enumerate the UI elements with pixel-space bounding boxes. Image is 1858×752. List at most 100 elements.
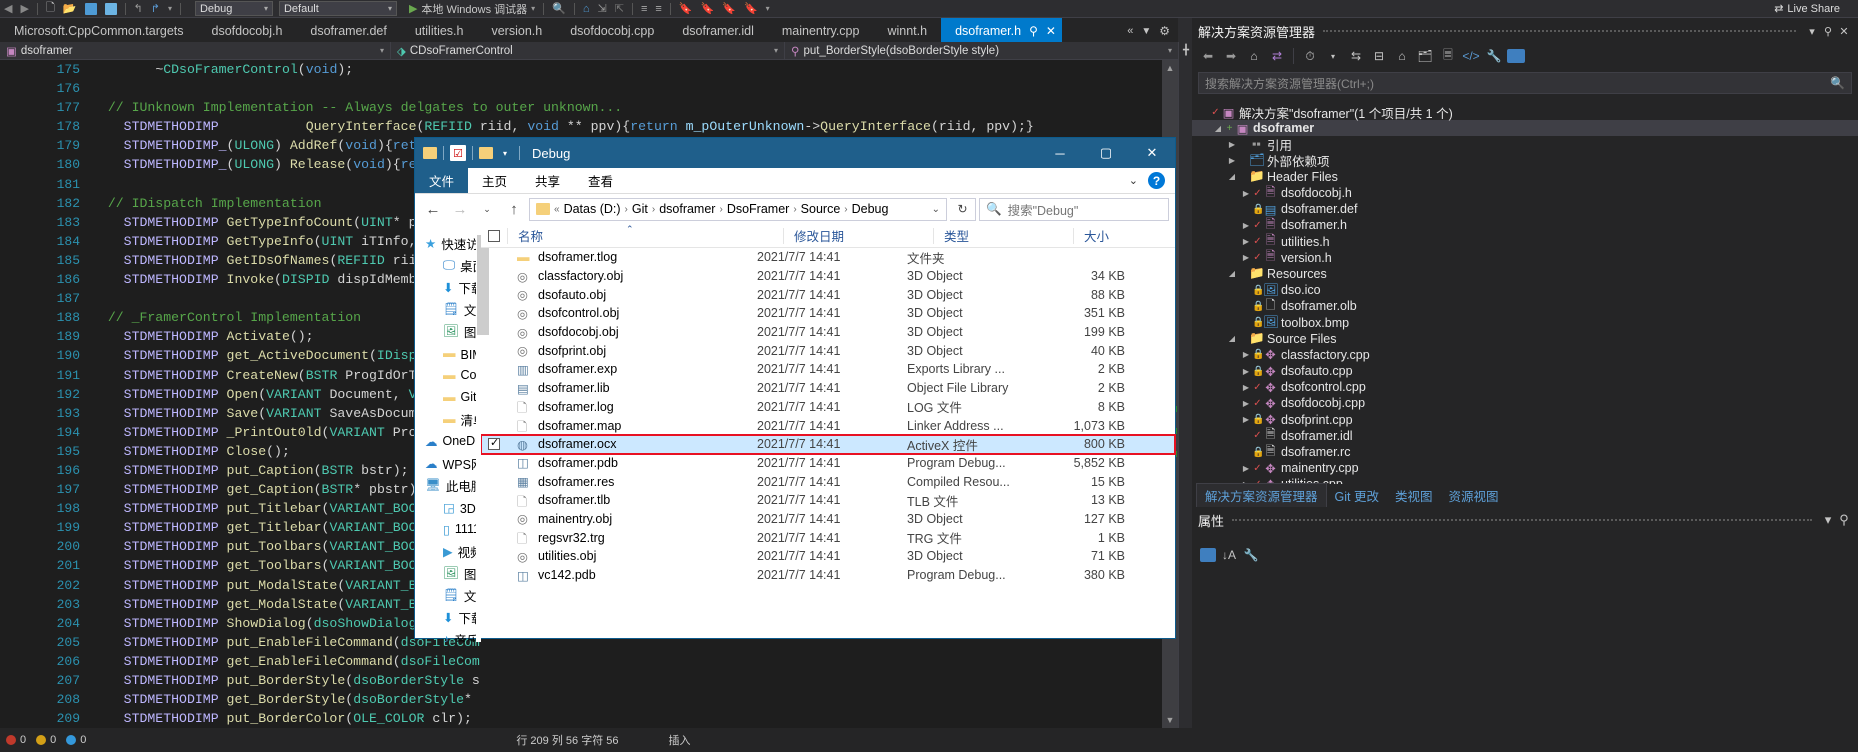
document-tab-7[interactable]: mainentry.cpp [768,18,874,44]
chevron-collapsed-icon[interactable]: ▶ [1240,221,1252,230]
solution-tree-item-10[interactable]: ◢ 📁 Resources [1192,266,1858,282]
tool-window-splitter[interactable]: ╋ [1178,42,1192,728]
nav-pane-item-15[interactable]: 🖼 图片 [415,562,476,584]
solution-bottom-tab-0[interactable]: 解决方案资源管理器 [1196,483,1327,507]
indent-icon[interactable]: ≡ [637,0,651,17]
solution-search-input[interactable]: 搜索解决方案资源管理器(Ctrl+;) 🔍 [1198,72,1852,94]
solution-tree-item-1[interactable]: ◢ + ▣ dsoframer [1192,120,1858,137]
column-header-2[interactable]: 类型 [933,227,1073,244]
file-row-9[interactable]: 🗋 dsoframer.map 2021/7/7 14:41 Linker Addre… [481,416,1175,435]
file-search-input[interactable]: 🔍 搜索"Debug" [979,197,1169,221]
solution-tree-item-21[interactable]: 🔒 🗎 dsoframer.rc [1192,444,1858,460]
file-row-12[interactable]: ▦ dsoframer.res 2021/7/7 14:41 Compiled Res… [481,472,1175,491]
solution-bottom-tab-2[interactable]: 类视图 [1387,484,1441,507]
chevron-collapsed-icon[interactable]: ▶ [1240,383,1252,392]
close-button[interactable]: ✕ [1129,138,1175,168]
preview-icon[interactable]: 🔧 [1484,46,1504,66]
select-all-checkbox[interactable] [481,229,507,242]
document-tab-8[interactable]: winnt.h [873,18,941,44]
breadcrumb[interactable]: «Datas (D:) › Git › dsoframer › DsoFramer › Sour… [529,197,947,221]
chevron-expanded-icon[interactable]: ◢ [1226,172,1238,181]
file-row-2[interactable]: ◎ dsofauto.obj 2021/7/7 14:41 3D Object 88 K… [481,285,1175,304]
nav-pane-item-4[interactable]: 🖼图片📌 [415,320,476,342]
breadcrumb-separator[interactable]: › [719,204,722,215]
file-row-15[interactable]: 🗋 regsvr32.trg 2021/7/7 14:41 TRG 文件 1 KB [481,528,1175,547]
solution-tree-item-15[interactable]: ▶ 🔒 ✥ classfactory.cpp [1192,347,1858,363]
redo-icon[interactable]: ↱ [147,0,164,17]
tab-list-overflow-icon[interactable]: « [1127,25,1133,37]
code-line[interactable]: // IUnknown Implementation -- Always del… [92,98,1162,117]
navigation-pane[interactable]: ★快速访问🖵桌面📌⬇下载📌🗒文档📌🖼图片📌▬BIM接口案例▬Compressed… [415,224,477,642]
breadcrumb-overflow-icon[interactable]: « [554,204,560,215]
nav-pane-item-12[interactable]: ◲ 3D 对象 [415,496,476,518]
chevron-down-icon[interactable]: ⌄ [932,204,940,215]
document-tab-1[interactable]: dsofdocobj.h [198,18,297,44]
breadcrumb-separator[interactable]: › [793,204,796,215]
nav-pane-item-14[interactable]: ▶ 视频 [415,540,476,562]
code-line[interactable]: STDMETHODIMP put_BorderColor(OLE_COLOR c… [92,709,1162,728]
collapse-all-icon[interactable]: ⊟ [1369,46,1389,66]
ribbon-collapse-icon[interactable]: ⌄ [1129,174,1138,187]
nav-pane-item-17[interactable]: ⬇ 下载 [415,606,476,628]
message-count[interactable]: 0 [66,734,86,746]
new-file-icon[interactable]: 🗋 [42,0,59,17]
row-checkbox[interactable] [481,436,507,451]
pending-changes-icon[interactable]: ⏱ [1300,46,1320,66]
solution-tree-item-6[interactable]: 🔒 ▤ dsoframer.def [1192,201,1858,217]
breadcrumb-separator[interactable]: › [844,204,847,215]
toolbar-forward-icon[interactable]: ▶ [16,0,32,17]
solution-tree-item-18[interactable]: ▶ ✓ ✥ dsofdocobj.cpp [1192,395,1858,411]
chevron-collapsed-icon[interactable]: ▶ [1240,399,1252,408]
chevron-collapsed-icon[interactable]: ▶ [1240,189,1252,198]
code-line[interactable]: STDMETHODIMP QueryInterface(REFIID riid,… [92,117,1162,136]
gear-icon[interactable]: ⚙ [1159,24,1170,38]
breadcrumb-segment-2[interactable]: dsoframer [659,202,715,216]
dropdown-icon[interactable]: ▾ [1804,25,1820,38]
comment-icon[interactable]: ⇲ [594,0,611,17]
breadcrumb-separator[interactable]: › [625,204,628,215]
solution-tree-item-2[interactable]: ▶ ▪▪ 引用 [1192,136,1858,153]
chevron-collapsed-icon[interactable]: ▶ [1226,140,1238,149]
solution-tree-item-4[interactable]: ◢ 📁 Header Files [1192,169,1858,185]
save-all-icon[interactable] [101,0,121,17]
document-tab-3[interactable]: utilities.h [401,18,478,44]
column-header-3[interactable]: 大小 [1073,227,1175,244]
chevron-collapsed-icon[interactable]: ▶ [1240,367,1252,376]
save-icon[interactable] [81,0,101,17]
toolbar-overflow-icon[interactable]: ▾ [762,0,774,17]
solution-tree-item-19[interactable]: ▶ 🔒 ✥ dsofprint.cpp [1192,412,1858,428]
solution-tree-item-7[interactable]: ▶ ✓ 🗎 dsoframer.h [1192,217,1858,233]
search-icon[interactable]: 🔍 [548,0,570,17]
undo-icon[interactable]: ↰ [130,0,147,17]
nav-member-combo[interactable]: ⚲ put_BorderStyle(dsoBorderStyle style) … [785,42,1178,60]
file-row-8[interactable]: 🗋 dsoframer.log 2021/7/7 14:41 LOG 文件 8 KB [481,398,1175,417]
splitter-grip-icon[interactable]: ╋ [1181,45,1191,59]
nav-pane-item-10[interactable]: ☁ WPS网盘 [415,452,476,474]
properties-icon[interactable]: ☑ [450,145,466,161]
solution-tree[interactable]: ✓ ▣ 解决方案"dsoframer"(1 个项目/共 1 个) ◢ + ▣ dsofram… [1192,104,1858,484]
solution-tree-item-13[interactable]: 🔒 🖼 toolbox.bmp [1192,314,1858,330]
nav-scrollbar-thumb[interactable] [476,235,489,335]
home-view-icon[interactable]: ⌂ [1392,46,1412,66]
solution-tree-item-14[interactable]: ◢ 📁 Source Files [1192,331,1858,347]
bookmark-icon[interactable]: 🔖 [675,0,697,17]
code-line[interactable]: STDMETHODIMP get_BorderStyle(dsoBorderSt… [92,690,1162,709]
breadcrumb-segment-5[interactable]: Debug [852,202,889,216]
breadcrumb-segment-1[interactable]: Git [632,202,648,216]
show-all-files-icon[interactable]: 🗂 [1415,46,1435,66]
column-header-1[interactable]: 修改日期 [783,227,933,244]
home-icon[interactable]: ⌂ [579,0,594,17]
scroll-down-icon[interactable]: ▼ [1162,712,1178,728]
nav-pane-item-9[interactable]: ☁ OneDrive [415,430,476,452]
nav-pane-item-2[interactable]: ⬇下载📌 [415,276,476,298]
minimize-button[interactable]: ─ [1037,138,1083,168]
pin-icon[interactable]: ⚲ [1029,24,1038,38]
warning-count[interactable]: 0 [36,734,56,746]
refresh-icon[interactable]: ↻ [950,197,976,221]
document-tab-2[interactable]: dsoframer.def [296,18,400,44]
ribbon-tab-0[interactable]: 文件 [415,168,469,193]
file-row-16[interactable]: ◎ utilities.obj 2021/7/7 14:41 3D Object 71 … [481,547,1175,566]
file-row-10[interactable]: ◍ dsoframer.ocx 2021/7/7 14:41 ActiveX 控件 80… [480,433,1176,455]
code-view-icon[interactable]: </> [1461,46,1481,66]
close-icon[interactable]: ✕ [1046,24,1056,38]
